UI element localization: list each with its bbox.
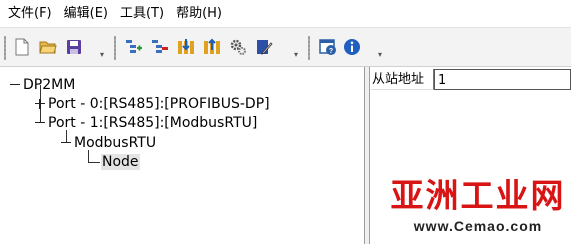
- toolbar-overflow-chevron-icon[interactable]: ▾: [292, 50, 300, 60]
- toolbar-grip[interactable]: [4, 36, 6, 60]
- tree-node-label: Port - 0:[RS485]:[PROFIBUS-DP]: [48, 96, 270, 112]
- save-icon[interactable]: [64, 37, 84, 57]
- menu-help[interactable]: 帮助(H): [172, 0, 230, 27]
- collapse-icon[interactable]: [34, 117, 46, 129]
- info-icon[interactable]: [342, 37, 362, 57]
- import-icon[interactable]: [176, 37, 196, 57]
- export-icon[interactable]: [202, 37, 222, 57]
- toolbar-grip[interactable]: [114, 36, 116, 60]
- tree-connector: [88, 162, 100, 163]
- tree-node-root[interactable]: DP2MM: [9, 75, 75, 95]
- pane-splitter[interactable]: [365, 67, 370, 244]
- toolbar: ▾ ▾ ? ▾: [0, 27, 571, 67]
- add-node-icon[interactable]: [124, 37, 144, 57]
- device-tree[interactable]: DP2MM Port - 0:[RS485]:[PROFIBUS-DP] Por…: [0, 67, 365, 244]
- tree-node-label: DP2MM: [23, 77, 76, 93]
- tree-node-port-0[interactable]: Port - 0:[RS485]:[PROFIBUS-DP]: [34, 94, 270, 114]
- property-row-slave-address: 从站地址 1: [371, 69, 571, 90]
- new-file-icon[interactable]: [12, 37, 32, 57]
- tree-node-label: ModbusRTU: [74, 135, 157, 151]
- tree-node-modbusrtu[interactable]: ModbusRTU: [60, 133, 156, 153]
- toolbar-group-file: ▾: [4, 33, 110, 63]
- toolbar-group-help: ? ▾: [308, 33, 390, 63]
- property-label: 从站地址: [371, 69, 434, 90]
- slave-address-field[interactable]: 1: [434, 69, 571, 90]
- watermark-title: 亚洲工业网: [390, 176, 566, 215]
- toolbar-overflow-chevron-icon[interactable]: ▾: [376, 50, 384, 60]
- tree-node-label: Port - 1:[RS485]:[ModbusRTU]: [48, 115, 258, 131]
- menu-edit[interactable]: 编辑(E): [60, 0, 116, 27]
- watermark-logo: 亚洲工业网 www.Cemao.com: [388, 176, 568, 240]
- edit-document-icon[interactable]: [254, 37, 274, 57]
- collapse-icon[interactable]: [9, 79, 21, 91]
- delete-node-icon[interactable]: [150, 37, 170, 57]
- help-window-icon[interactable]: ?: [318, 37, 338, 57]
- settings-gears-icon[interactable]: [228, 37, 248, 57]
- tree-node-label: Node: [101, 154, 140, 170]
- watermark-url: www.Cemao.com: [413, 218, 543, 234]
- toolbar-overflow-chevron-icon[interactable]: ▾: [98, 50, 106, 60]
- tree-node-port-1[interactable]: Port - 1:[RS485]:[ModbusRTU]: [34, 113, 257, 133]
- tree-node-node[interactable]: Node: [101, 152, 140, 172]
- expand-icon[interactable]: [34, 98, 46, 110]
- menu-file[interactable]: 文件(F): [4, 0, 60, 27]
- menu-tools[interactable]: 工具(T): [116, 0, 172, 27]
- svg-text:?: ?: [329, 48, 333, 55]
- collapse-icon[interactable]: [60, 137, 72, 149]
- open-folder-icon[interactable]: [38, 37, 58, 57]
- toolbar-group-edit: ▾: [114, 33, 304, 63]
- menu-bar: 文件(F) 编辑(E) 工具(T) 帮助(H): [0, 0, 571, 27]
- toolbar-grip[interactable]: [308, 36, 310, 60]
